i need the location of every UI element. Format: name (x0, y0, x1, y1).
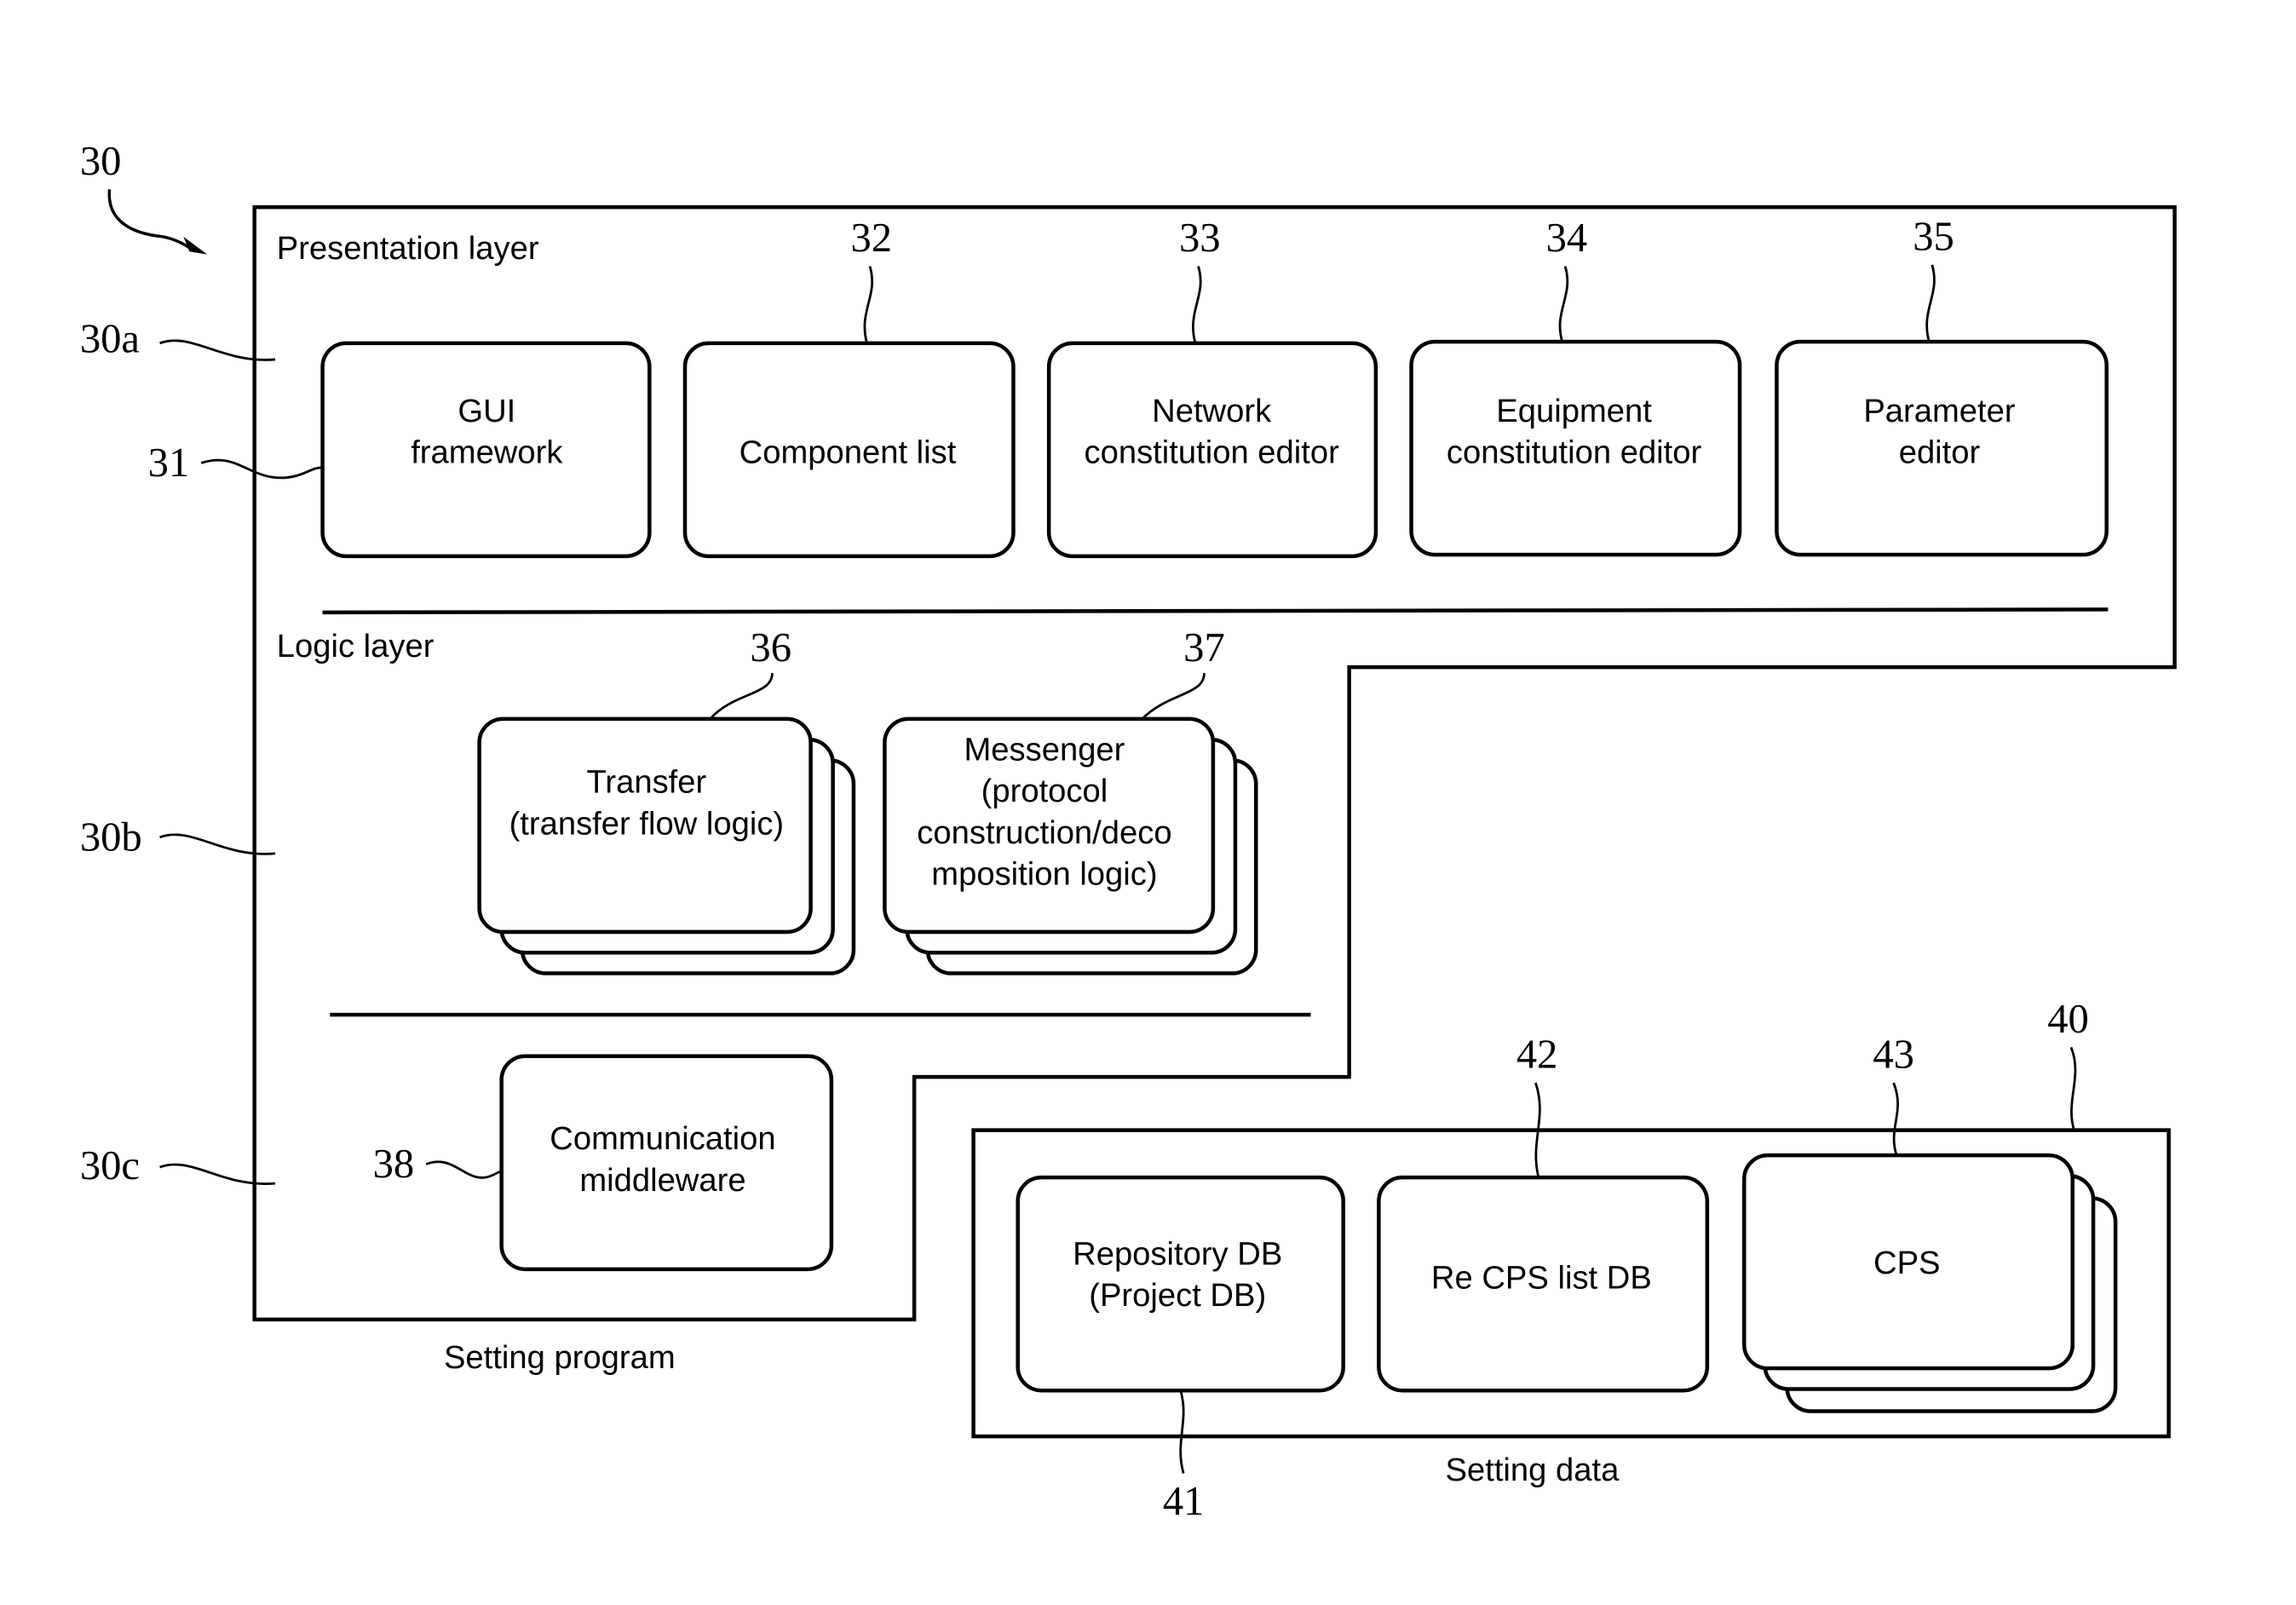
ref-37: 37 (1183, 624, 1225, 670)
block-component-list: Component list (682, 341, 1016, 559)
presentation-logic-divider (322, 607, 2109, 615)
block-re-cps-list-db: Re CPS list DB (1377, 1175, 1710, 1393)
block-gui-framework: GUI framework (320, 341, 652, 559)
logic-layer-title: Logic layer (277, 628, 434, 664)
leader-41 (1179, 1389, 1185, 1474)
ref-42: 42 (1516, 1032, 1558, 1078)
svg-text:Network: Network (1152, 393, 1272, 429)
ref-32: 32 (850, 215, 892, 261)
svg-text:GUI: GUI (457, 393, 515, 429)
block-repository-db: Repository DB (Project DB) (1016, 1175, 1345, 1393)
leader-35 (1925, 264, 1936, 342)
architecture-diagram: 30 Presentation layer Logic layer 30a 30… (80, 138, 2177, 1524)
leader-30a (159, 339, 276, 361)
leader-30b (159, 833, 276, 855)
svg-text:mposition logic): mposition logic) (931, 855, 1157, 892)
ref-36: 36 (750, 624, 791, 670)
setting-program-caption: Setting program (444, 1339, 676, 1376)
svg-text:(protocol: (protocol (981, 773, 1108, 809)
leader-38 (425, 1160, 502, 1179)
leader-40 (2069, 1046, 2077, 1131)
ref-31: 31 (148, 440, 190, 486)
arrow-30-icon (107, 189, 197, 253)
leader-31 (200, 458, 323, 480)
ref-43: 43 (1873, 1032, 1914, 1078)
block-equipment-constitution-editor: Equipment constitution editor (1409, 339, 1742, 557)
svg-text:editor: editor (1899, 434, 1981, 470)
svg-text:Communication: Communication (550, 1120, 775, 1157)
ref-35: 35 (1913, 213, 1954, 259)
ref-38: 38 (373, 1141, 415, 1187)
leader-37 (1141, 672, 1206, 720)
ref-34: 34 (1546, 215, 1588, 261)
presentation-layer-title: Presentation layer (277, 230, 539, 267)
block-parameter-editor: Parameter editor (1775, 339, 2109, 557)
arrow-head-icon (183, 236, 208, 255)
ref-30a: 30a (80, 315, 140, 361)
block-messenger: Messenger (protocol construction/deco mp… (883, 716, 1258, 975)
ref-30c: 30c (80, 1142, 140, 1188)
ref-30b: 30b (80, 814, 142, 860)
svg-text:(Project DB): (Project DB) (1089, 1277, 1266, 1314)
svg-text:middleware: middleware (579, 1162, 745, 1199)
leader-32 (863, 266, 874, 344)
svg-text:constitution editor: constitution editor (1085, 434, 1340, 470)
block-cps: CPS (1742, 1153, 2118, 1413)
block-transfer: Transfer (transfer flow logic) (477, 716, 856, 975)
svg-text:Equipment: Equipment (1496, 393, 1652, 429)
svg-text:Repository DB: Repository DB (1073, 1236, 1282, 1273)
svg-text:constitution editor: constitution editor (1447, 434, 1702, 470)
leader-34 (1558, 266, 1569, 342)
svg-text:Re CPS list DB: Re CPS list DB (1431, 1259, 1652, 1296)
ref-41: 41 (1163, 1478, 1205, 1524)
leader-33 (1192, 266, 1202, 344)
svg-text:Parameter: Parameter (1863, 393, 2016, 429)
ref-40: 40 (2047, 996, 2089, 1042)
svg-text:CPS: CPS (1873, 1245, 1941, 1281)
leader-43 (1892, 1082, 1899, 1156)
block-network-constitution-editor: Network constitution editor (1046, 341, 1378, 559)
svg-text:Transfer: Transfer (586, 764, 706, 801)
svg-text:framework: framework (411, 434, 563, 470)
ref-30: 30 (80, 138, 122, 184)
setting-data-caption: Setting data (1446, 1452, 1620, 1488)
leader-30c (159, 1163, 276, 1185)
block-communication-middleware: Communication middleware (499, 1054, 834, 1272)
ref-33: 33 (1179, 215, 1221, 261)
leader-36 (709, 672, 774, 720)
svg-text:Messenger: Messenger (964, 732, 1125, 768)
svg-text:Component list: Component list (739, 434, 957, 470)
svg-text:construction/deco: construction/deco (917, 814, 1171, 851)
svg-text:(transfer flow logic): (transfer flow logic) (509, 805, 785, 842)
